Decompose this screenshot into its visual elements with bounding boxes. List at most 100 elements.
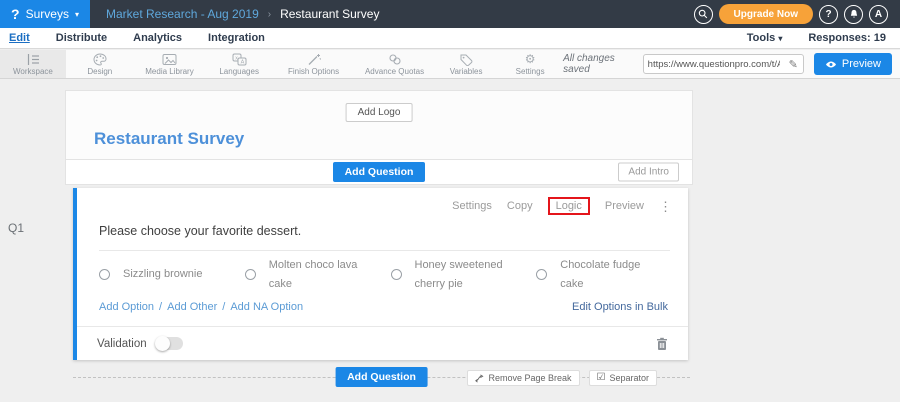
preview-button[interactable]: Preview <box>814 53 892 75</box>
add-option-link[interactable]: Add Option <box>99 301 154 313</box>
add-question-button-top[interactable]: Add Question <box>333 162 426 182</box>
nav-right: Tools ▾ Responses: 19 <box>747 32 900 44</box>
question-text[interactable]: Please choose your favorite dessert. <box>99 224 670 251</box>
survey-url-input[interactable] <box>644 59 784 70</box>
answer-option[interactable]: Chocolate fudge cake <box>536 256 682 293</box>
tools-dropdown[interactable]: Tools ▾ <box>747 32 783 44</box>
toolbar-item-advance-quotas[interactable]: Advance Quotas <box>354 50 435 78</box>
trash-icon <box>656 337 668 351</box>
toolbar-item-label: Workspace <box>13 67 53 76</box>
tab-edit[interactable]: Edit <box>0 32 43 44</box>
account-avatar[interactable]: A <box>869 5 888 24</box>
avatar-letter: A <box>875 9 882 20</box>
translate-icon: xA <box>232 53 247 66</box>
answer-option[interactable]: Honey sweetened cherry pie <box>391 256 537 293</box>
add-question-button-bottom[interactable]: Add Question <box>335 367 428 387</box>
toolbar-item-label: Media Library <box>145 67 193 76</box>
radio-icon[interactable] <box>391 269 402 280</box>
add-intro-button[interactable]: Add Intro <box>618 163 679 182</box>
survey-card: Add Logo Restaurant Survey Add Question … <box>65 90 693 185</box>
pencil-icon[interactable]: ✎ <box>784 58 803 71</box>
chevron-down-icon: ▾ <box>778 34 782 43</box>
toolbar-item-variables[interactable]: Variables <box>435 50 497 78</box>
radio-icon[interactable] <box>536 269 547 280</box>
survey-header-actions: Add Question Add Intro <box>65 160 693 185</box>
toolbar-right: All changes saved ✎ Preview <box>563 50 900 78</box>
validation-label: Validation <box>97 338 147 350</box>
notifications-button[interactable] <box>844 5 863 24</box>
search-icon <box>698 9 708 19</box>
delete-question-button[interactable] <box>656 337 668 351</box>
help-icon: ? <box>825 9 831 20</box>
question-logic-link-highlighted[interactable]: Logic <box>548 197 590 215</box>
save-status: All changes saved <box>563 53 633 75</box>
tag-icon <box>459 53 473 66</box>
link-separator: / <box>222 301 225 313</box>
page-break-row: Add Question Remove Page Break ☑ Separat… <box>73 366 690 388</box>
answer-option-label[interactable]: Sizzling brownie <box>123 265 202 284</box>
toolbar-item-finish-options[interactable]: Finish Options <box>273 50 354 78</box>
toolbar-item-settings[interactable]: ⚙ Settings <box>497 50 563 78</box>
gear-icon: ⚙ <box>525 53 536 66</box>
product-label: Surveys <box>26 7 69 21</box>
toolbar-item-workspace[interactable]: Workspace <box>0 50 66 78</box>
tab-analytics[interactable]: Analytics <box>120 32 195 44</box>
image-icon <box>162 53 177 66</box>
radio-icon[interactable] <box>99 269 110 280</box>
edit-options-in-bulk-link[interactable]: Edit Options in Bulk <box>572 301 668 313</box>
question-settings-link[interactable]: Settings <box>452 200 492 212</box>
topbar-actions: Upgrade Now ? A <box>694 4 900 24</box>
workspace-icon <box>26 53 40 66</box>
remove-page-break-button[interactable]: Remove Page Break <box>467 370 579 386</box>
question-preview-link[interactable]: Preview <box>605 200 644 212</box>
add-other-link[interactable]: Add Other <box>167 301 217 313</box>
add-na-option-link[interactable]: Add NA Option <box>230 301 303 313</box>
answer-option-label[interactable]: Molten choco lava cake <box>269 256 369 293</box>
breadcrumb-current: Restaurant Survey <box>280 7 379 21</box>
help-button[interactable]: ? <box>819 5 838 24</box>
answer-options: Sizzling brownie Molten choco lava cake … <box>99 256 682 293</box>
preview-label: Preview <box>842 58 881 70</box>
toolbar-item-label: Settings <box>516 67 545 76</box>
question-actions: Settings Copy Logic Preview ⋮ <box>452 197 672 215</box>
survey-nav-tabs: Edit Distribute Analytics Integration To… <box>0 28 900 49</box>
page-break-icon <box>475 374 484 383</box>
tab-integration[interactable]: Integration <box>195 32 278 44</box>
toolbar-item-languages[interactable]: xA Languages <box>205 50 273 78</box>
tab-distribute[interactable]: Distribute <box>43 32 120 44</box>
answer-option-label[interactable]: Honey sweetened cherry pie <box>415 256 515 293</box>
toolbar-item-design[interactable]: Design <box>66 50 134 78</box>
question-block-q1: Settings Copy Logic Preview ⋮ Please cho… <box>73 188 688 360</box>
more-options-icon[interactable]: ⋮ <box>659 200 672 213</box>
answer-option[interactable]: Molten choco lava cake <box>245 256 391 293</box>
validation-toggle[interactable] <box>156 337 183 350</box>
question-copy-link[interactable]: Copy <box>507 200 533 212</box>
separator-button[interactable]: ☑ Separator <box>589 370 658 386</box>
magic-wand-icon <box>307 53 321 66</box>
toolbar-item-media-library[interactable]: Media Library <box>134 50 206 78</box>
question-footer: Validation <box>77 326 688 360</box>
toolbar-item-label: Languages <box>219 67 259 76</box>
breadcrumb-parent[interactable]: Market Research - Aug 2019 <box>106 7 259 21</box>
answer-option-label[interactable]: Chocolate fudge cake <box>560 256 660 293</box>
survey-header: Add Logo Restaurant Survey <box>65 90 693 160</box>
chain-links-icon <box>388 53 402 66</box>
radio-icon[interactable] <box>245 269 256 280</box>
breadcrumb: Market Research - Aug 2019 › Restaurant … <box>106 7 379 21</box>
responses-count[interactable]: Responses: 19 <box>808 32 886 44</box>
separator-label: Separator <box>609 373 649 383</box>
add-logo-button[interactable]: Add Logo <box>346 103 413 122</box>
survey-url-box: ✎ <box>643 54 804 74</box>
search-button[interactable] <box>694 5 713 24</box>
remove-page-break-label: Remove Page Break <box>488 373 571 383</box>
answer-option[interactable]: Sizzling brownie <box>99 256 245 293</box>
survey-title[interactable]: Restaurant Survey <box>94 129 244 149</box>
toggle-knob <box>155 336 170 351</box>
surveys-product-menu[interactable]: ? Surveys ▾ <box>0 0 90 28</box>
questionpro-edit-screen: ? Surveys ▾ Market Research - Aug 2019 ›… <box>0 0 900 402</box>
upgrade-now-button[interactable]: Upgrade Now <box>719 4 813 24</box>
toolbar-item-label: Variables <box>450 67 483 76</box>
svg-text:A: A <box>240 60 244 66</box>
eye-icon <box>825 60 837 69</box>
edit-toolbar: Workspace Design Media Library xA Langua… <box>0 50 900 79</box>
